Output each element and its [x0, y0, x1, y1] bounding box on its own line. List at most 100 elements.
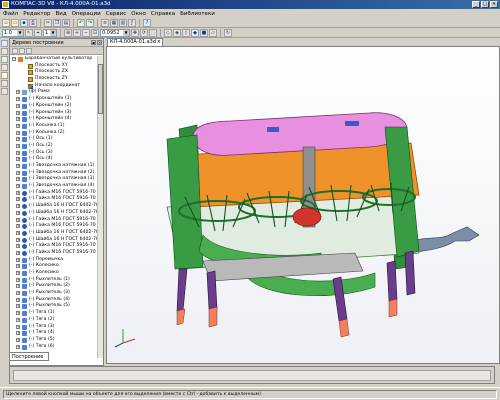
expand-icon[interactable]: + — [16, 230, 20, 235]
rotate-icon[interactable]: ⟳ — [140, 28, 148, 37]
component-icon[interactable] — [0, 56, 8, 63]
tree-item[interactable]: + (-) Шайба 16 Н ГОСТ 6402-70 — [10, 210, 98, 217]
expand-icon[interactable]: + — [16, 237, 20, 242]
tree-scrollbar[interactable] — [97, 56, 103, 358]
expand-icon[interactable]: + — [16, 130, 20, 135]
menu-edit[interactable]: Редактор — [23, 11, 50, 17]
print-icon[interactable]: ⎙ — [29, 18, 37, 27]
expand-icon[interactable]: + — [16, 143, 20, 148]
menu-help[interactable]: Справка — [151, 11, 175, 17]
expand-icon[interactable]: + — [16, 90, 20, 95]
new-file-icon[interactable]: ▫ — [2, 18, 10, 27]
tree-item[interactable]: + (-) Тяга (3) — [10, 324, 98, 331]
expand-icon[interactable]: + — [16, 344, 20, 349]
tree-item[interactable]: + (-) Тяга (1) — [10, 310, 98, 317]
tree-item[interactable]: + (-) Тяга (6) — [10, 344, 98, 351]
tree-item[interactable]: + (-) Косынка (1) — [10, 123, 98, 130]
wireframe-icon[interactable]: ◇ — [164, 28, 172, 37]
expand-icon[interactable]: + — [16, 204, 20, 209]
expand-icon[interactable]: + — [16, 184, 20, 189]
tree-item[interactable]: + (-) Тяга (5) — [10, 337, 98, 344]
minimize-button[interactable]: _ — [472, 1, 480, 8]
tree-item[interactable]: + (-) Гайка М16 ГОСТ 5916-70 — [10, 223, 98, 230]
tree-item[interactable]: + (-) Тяга (4) — [10, 330, 98, 337]
library-icon[interactable]: ▥ — [119, 18, 127, 27]
menu-window[interactable]: Окно — [131, 11, 146, 17]
close-icon[interactable]: × — [97, 40, 102, 45]
orientation-icon[interactable]: ⬚ — [149, 28, 157, 37]
hidden-lines-icon[interactable]: ◈ — [173, 28, 181, 37]
tree-structure-icon[interactable] — [19, 47, 25, 54]
shaded-edges-icon[interactable]: ■ — [200, 28, 208, 37]
model-viewport[interactable] — [106, 46, 500, 364]
redo-icon[interactable]: ↷ — [86, 18, 94, 27]
tree-item[interactable]: Начало координат — [10, 83, 98, 90]
close-tab-icon[interactable]: × — [157, 39, 161, 46]
properties-icon[interactable]: ≡ — [101, 18, 109, 27]
tree-item[interactable]: + (-) Гайка М16 ГОСТ 5916-70 — [10, 250, 98, 257]
scroll-thumb[interactable] — [98, 64, 103, 114]
tree-item[interactable]: + (-) Колесико — [10, 263, 98, 270]
expand-icon[interactable]: + — [16, 170, 20, 175]
tree-item[interactable]: + (-) Кронштейн (2) — [10, 103, 98, 110]
open-file-icon[interactable]: ▭ — [11, 18, 19, 27]
cut-icon[interactable]: ✂ — [44, 18, 52, 27]
close-button[interactable]: × — [490, 1, 498, 8]
geometry-icon[interactable] — [0, 80, 8, 87]
expand-icon[interactable]: + — [16, 210, 20, 215]
zoom-fit-icon[interactable]: ⊡ — [91, 28, 99, 37]
expand-icon[interactable]: + — [16, 103, 20, 108]
spec-icon[interactable] — [0, 88, 8, 95]
copy-icon[interactable]: ❐ — [53, 18, 61, 27]
zoom-in-icon[interactable]: + — [73, 28, 81, 37]
extra-combo[interactable]: 1 ▼ — [43, 28, 57, 37]
tree-item[interactable]: Плоскость ZY — [10, 76, 98, 83]
tab-construction[interactable]: Построение — [9, 352, 49, 361]
mate-icon[interactable] — [0, 64, 8, 71]
variables-icon[interactable]: ƒ — [128, 18, 136, 27]
tree-item[interactable]: + (-) Кронштейн (4) — [10, 116, 98, 123]
expand-icon[interactable]: + — [16, 157, 20, 162]
pointer-icon[interactable]: ↖ — [25, 28, 33, 37]
tree-item[interactable]: + (-) Звездочка натяжная (4) — [10, 183, 98, 190]
tree-item[interactable]: + (-) Рыхлитель (5) — [10, 303, 98, 310]
tree-item[interactable]: − Барабанчатый культиватор — [10, 56, 98, 63]
expand-icon[interactable]: + — [16, 311, 20, 316]
expand-icon[interactable]: + — [16, 331, 20, 336]
expand-icon[interactable]: + — [16, 264, 20, 269]
shaded-icon[interactable]: ◆ — [191, 28, 199, 37]
model-tree[interactable]: − Барабанчатый культиватор Плоскость XY Пло… — [10, 56, 98, 358]
expand-icon[interactable]: + — [16, 297, 20, 302]
document-tab[interactable]: КЛ-4.000А-01.a3d × — [107, 38, 163, 46]
expand-icon[interactable]: + — [16, 324, 20, 329]
tree-item[interactable]: + (-) Звездочка натяжная (1) — [10, 163, 98, 170]
tree-item[interactable]: + (-) Ось (1) — [10, 136, 98, 143]
help-icon[interactable]: ? — [143, 18, 151, 27]
expand-icon[interactable]: + — [16, 150, 20, 155]
expand-icon[interactable]: + — [16, 250, 20, 255]
tree-order-icon[interactable] — [12, 47, 18, 54]
expand-icon[interactable]: + — [16, 317, 20, 322]
expand-icon[interactable]: + — [16, 197, 20, 202]
tree-item[interactable]: + (-) Ось (4) — [10, 156, 98, 163]
zoom-combo[interactable]: 0.0952 ▼ — [100, 28, 130, 37]
tree-item[interactable]: + (-) Шайба 16 Н ГОСТ 6402-70 — [10, 230, 98, 237]
thin-lines-icon[interactable]: ◊ — [182, 28, 190, 37]
pan-icon[interactable]: ✥ — [131, 28, 139, 37]
paste-icon[interactable]: ▤ — [62, 18, 70, 27]
tree-item[interactable]: + (-) Шайба 16 Н ГОСТ 6402-70 — [10, 203, 98, 210]
expand-icon[interactable]: + — [16, 337, 20, 342]
expand-icon[interactable]: + — [16, 217, 20, 222]
expand-icon[interactable]: + — [16, 284, 20, 289]
zoom-out-icon[interactable]: − — [82, 28, 90, 37]
perspective-icon[interactable]: ▱ — [209, 28, 217, 37]
measure-icon[interactable] — [0, 72, 8, 79]
expand-icon[interactable]: + — [16, 177, 20, 182]
expand-icon[interactable]: + — [16, 291, 20, 296]
expand-icon[interactable]: + — [16, 271, 20, 275]
step-combo[interactable]: 1.0 ▼ — [2, 28, 24, 37]
undo-icon[interactable]: ↶ — [77, 18, 85, 27]
tree-item[interactable]: + (-) Косынка (2) — [10, 130, 98, 137]
zoom-window-icon[interactable]: ⊕ — [64, 28, 72, 37]
tree-filter-icon[interactable] — [26, 47, 32, 54]
